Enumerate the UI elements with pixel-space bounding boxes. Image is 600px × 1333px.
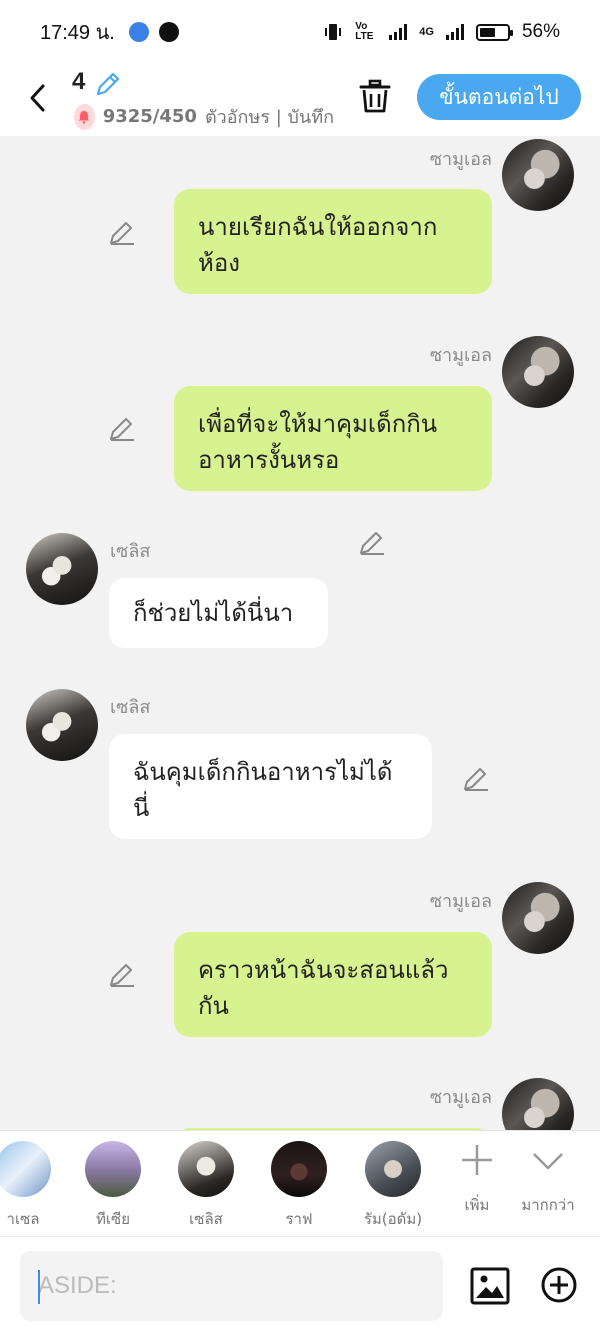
sender-name: ซามูเอล xyxy=(429,891,492,912)
char-count-suffix: ตัวอักษร | บันทึก xyxy=(204,107,334,128)
status-bar: 17:49 น. Vo LTE 4G 56% xyxy=(0,0,600,64)
sender-name: ซามูเอล xyxy=(429,345,492,366)
sender-name: เซลิส xyxy=(110,697,151,718)
char-count-row: 9325/450 ตัวอักษร | บันทึก xyxy=(74,102,334,131)
chat-message: ซามูเอล xyxy=(0,1076,600,1130)
chat-message: ซามูเอล นายเรียกฉันให้ออกจาก ห้อง xyxy=(0,136,600,316)
episode-number: 4 xyxy=(72,68,86,95)
insert-image-button[interactable] xyxy=(470,1266,510,1310)
character-avatar xyxy=(85,1141,141,1197)
chat-message: เซลิส ฉันคุมเด็กกินอาหารไม่ได้ นี่ xyxy=(0,688,600,868)
character-avatar xyxy=(365,1141,421,1197)
text-caret xyxy=(38,1270,40,1304)
add-content-button[interactable] xyxy=(540,1266,578,1308)
battery-fill xyxy=(479,27,495,37)
message-line: ฉันคุมเด็กกินอาหารไม่ได้ xyxy=(133,758,393,786)
battery-percent: 56% xyxy=(521,21,560,42)
image-icon xyxy=(470,1267,510,1305)
character-avatar xyxy=(0,1141,51,1197)
message-line: นายเรียกฉันให้ออกจาก xyxy=(198,213,438,241)
signal-icon xyxy=(389,24,408,40)
character-item[interactable]: าเซล xyxy=(0,1141,68,1231)
bell-icon xyxy=(74,103,95,130)
message-line: อาหารงั้นหรอ xyxy=(198,446,340,474)
chat-message: ซามูเอล เพื่อที่จะให้มาคุมเด็กกิน อาหารง… xyxy=(0,334,600,514)
message-bubble[interactable]: ก็ช่วยไม่ได้นี่นา xyxy=(109,578,328,648)
message-bubble[interactable]: คราวหน้าฉันจะสอนแล้ว กัน xyxy=(174,932,492,1037)
message-line: กัน xyxy=(198,992,229,1020)
battery-icon xyxy=(475,23,513,41)
character-item[interactable]: ทีเซีย xyxy=(68,1141,158,1231)
edit-message-icon[interactable] xyxy=(108,218,136,246)
chevron-left-icon xyxy=(30,84,45,112)
message-bubble[interactable]: นายเรียกฉันให้ออกจาก ห้อง xyxy=(174,189,492,294)
chat-area[interactable]: ซามูเอล นายเรียกฉันให้ออกจาก ห้อง ซามูเอ… xyxy=(0,136,600,1130)
plus-icon xyxy=(462,1145,492,1175)
message-line: นี่ xyxy=(133,794,150,822)
next-step-button[interactable]: ขั้นตอนต่อไป xyxy=(417,74,581,120)
add-character-button[interactable]: เพิ่ม xyxy=(442,1143,512,1217)
sender-name: ซามูเอล xyxy=(429,149,492,170)
avatar[interactable] xyxy=(502,336,574,408)
character-item[interactable]: ราฟ xyxy=(254,1141,344,1231)
message-line: ก็ช่วยไม่ได้นี่นา xyxy=(133,599,294,627)
volte-label: Vo LTE xyxy=(355,21,374,42)
character-avatar xyxy=(271,1141,327,1197)
avatar[interactable] xyxy=(502,882,574,954)
message-line: คราวหน้าฉันจะสอนแล้ว xyxy=(198,956,449,984)
edit-message-icon[interactable] xyxy=(108,414,136,442)
character-selector: าเซล ทีเซีย เซลิส ราฟ รัม(อดัม) เพิ่ม มา… xyxy=(0,1130,600,1236)
status-right: Vo LTE 4G 56% xyxy=(323,0,560,64)
more-characters-button[interactable]: มากกว่า xyxy=(513,1143,583,1217)
network-label: 4G xyxy=(419,26,434,38)
chevron-down-icon xyxy=(533,1153,563,1170)
input-bar xyxy=(0,1236,600,1333)
sender-name: ซามูเอล xyxy=(429,1087,492,1108)
edit-message-icon[interactable] xyxy=(462,764,490,792)
character-item[interactable]: รัม(อดัม) xyxy=(348,1141,438,1231)
sender-name: เซลิส xyxy=(110,541,151,562)
character-label: ราฟ xyxy=(285,1210,313,1228)
avatar[interactable] xyxy=(26,689,98,761)
avatar[interactable] xyxy=(26,533,98,605)
character-item[interactable]: เซลิส xyxy=(161,1141,251,1231)
back-button[interactable] xyxy=(18,78,58,118)
aside-input[interactable] xyxy=(20,1251,443,1321)
trash-icon xyxy=(359,79,391,113)
plus-circle-icon xyxy=(541,1267,577,1303)
character-avatar xyxy=(178,1141,234,1197)
message-line: ห้อง xyxy=(198,249,240,277)
status-time: 17:49 น. xyxy=(40,22,115,44)
character-label: เซลิส xyxy=(189,1210,223,1228)
character-label: าเซล xyxy=(6,1210,40,1228)
editor-header: 4 9325/450 ตัวอักษร | บันทึก ขั้นตอนต่อไ… xyxy=(0,64,600,136)
app-notification-icon xyxy=(128,22,149,42)
edit-message-icon[interactable] xyxy=(108,960,136,988)
more-label: มากกว่า xyxy=(521,1196,575,1214)
edit-title-icon[interactable] xyxy=(94,70,122,98)
avatar[interactable] xyxy=(502,139,574,211)
character-label: ทีเซีย xyxy=(96,1210,130,1228)
char-count-number: 9325/450 xyxy=(102,106,197,127)
add-label: เพิ่ม xyxy=(464,1196,490,1214)
message-bubble[interactable]: ฉันคุมเด็กกินอาหารไม่ได้ นี่ xyxy=(109,734,432,839)
chat-message: ซามูเอล คราวหน้าฉันจะสอนแล้ว กัน xyxy=(0,880,600,1060)
signal-icon-2 xyxy=(445,24,464,40)
chat-message: เซลิส ก็ช่วยไม่ได้นี่นา xyxy=(0,532,600,672)
edit-message-icon[interactable] xyxy=(358,528,386,556)
message-bubble[interactable]: เพื่อที่จะให้มาคุมเด็กกิน อาหารงั้นหรอ xyxy=(174,386,492,491)
delete-button[interactable] xyxy=(356,78,394,120)
message-line: เพื่อที่จะให้มาคุมเด็กกิน xyxy=(198,410,438,438)
avatar[interactable] xyxy=(502,1078,574,1130)
line-app-icon xyxy=(158,22,179,42)
vibrate-icon xyxy=(325,24,342,40)
character-label: รัม(อดัม) xyxy=(363,1210,423,1228)
